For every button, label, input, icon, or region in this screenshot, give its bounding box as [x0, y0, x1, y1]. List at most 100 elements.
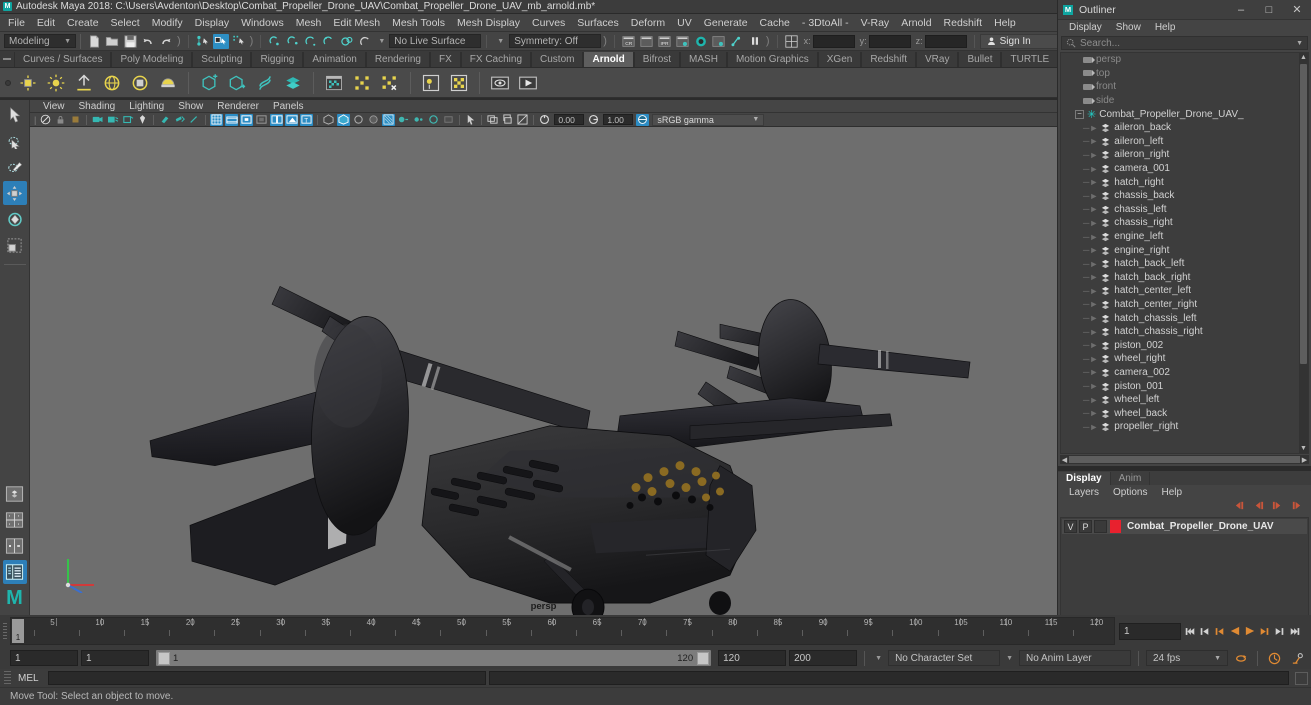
- layer-last-icon[interactable]: [1290, 500, 1303, 514]
- single-perspective-layout-icon[interactable]: [3, 482, 27, 506]
- chevron-down-icon[interactable]: ▼: [1296, 40, 1307, 47]
- select-tool-icon[interactable]: [3, 103, 27, 127]
- chevron-down-icon[interactable]: ▼: [492, 38, 509, 45]
- arnold-photometric-light-icon[interactable]: [155, 70, 181, 96]
- camera-attributes-icon[interactable]: [69, 114, 82, 126]
- chevron-down-icon[interactable]: ▼: [1003, 655, 1016, 662]
- viewport-menu-panels[interactable]: Panels: [266, 100, 311, 113]
- editor-layout-icon[interactable]: [784, 34, 800, 49]
- multisample-aa-icon[interactable]: [412, 114, 425, 126]
- viewport-menu-show[interactable]: Show: [171, 100, 210, 113]
- outliner-item-front[interactable]: front: [1061, 80, 1308, 94]
- xray-active-components-icon[interactable]: [367, 114, 380, 126]
- layer-name[interactable]: Combat_Propeller_Drone_UAV: [1127, 521, 1274, 532]
- minimize-icon[interactable]: –: [1227, 0, 1255, 20]
- image-plane-icon[interactable]: [106, 114, 119, 126]
- outliner-item-hatch-right[interactable]: ─► hatch_right: [1061, 175, 1308, 189]
- play-forwards-icon[interactable]: [1243, 623, 1256, 639]
- menu-select[interactable]: Select: [105, 14, 146, 32]
- close-icon[interactable]: ✕: [1283, 0, 1311, 20]
- render-settings-icon[interactable]: IPR: [657, 34, 673, 49]
- outliner-item-hatch-chassis-right[interactable]: ─► hatch_chassis_right: [1061, 325, 1308, 339]
- go-to-end-icon[interactable]: [1288, 623, 1301, 639]
- arnold-point-light-icon[interactable]: [43, 70, 69, 96]
- shelf-tab-arnold[interactable]: Arnold: [583, 52, 634, 67]
- menu-help[interactable]: Help: [988, 14, 1022, 32]
- shelf-tab-rendering[interactable]: Rendering: [365, 52, 430, 67]
- outliner-item-wheel-back[interactable]: ─► wheel_back: [1061, 406, 1308, 420]
- outliner-item-wheel-right[interactable]: ─► wheel_right: [1061, 352, 1308, 366]
- grease-pencil-icon[interactable]: [136, 114, 149, 126]
- menu-3dtoall[interactable]: - 3DtoAll -: [796, 14, 855, 32]
- outliner-item-aileron-left[interactable]: ─► aileron_left: [1061, 135, 1308, 149]
- redo-icon[interactable]: [158, 34, 174, 49]
- outliner-item-camera-001[interactable]: ─► camera_001: [1061, 162, 1308, 176]
- textured-icon[interactable]: T: [300, 113, 314, 126]
- tab-display-layers[interactable]: Display: [1058, 472, 1111, 485]
- shelf-tab-fx-caching[interactable]: FX Caching: [460, 52, 532, 67]
- render-view-icon[interactable]: [693, 34, 709, 49]
- outliner-item-hatch-back-right[interactable]: ─► hatch_back_right: [1061, 271, 1308, 285]
- arnold-utility-icon[interactable]: [446, 70, 472, 96]
- toggle-icon[interactable]: [729, 34, 745, 49]
- render-current-frame-icon[interactable]: CR: [621, 34, 637, 49]
- select-by-component-icon[interactable]: [231, 34, 247, 49]
- snap-to-point-icon[interactable]: [303, 34, 319, 49]
- shelf-tab-mash[interactable]: MASH: [680, 52, 727, 67]
- layer-color-swatch[interactable]: [1110, 520, 1121, 533]
- pause-icon[interactable]: [747, 34, 763, 49]
- command-line-grip[interactable]: [4, 671, 11, 685]
- play-backwards-icon[interactable]: [1228, 623, 1241, 639]
- range-start-handle[interactable]: [158, 651, 170, 665]
- outliner-item-persp[interactable]: persp: [1061, 53, 1308, 67]
- gamma-value[interactable]: 1.00: [603, 114, 634, 125]
- outliner-item-chassis-back[interactable]: ─► chassis_back: [1061, 189, 1308, 203]
- fps-selector[interactable]: 24 fps ▼: [1146, 650, 1228, 666]
- arnold-mesh-light-icon[interactable]: [127, 70, 153, 96]
- menu-file[interactable]: File: [2, 14, 31, 32]
- menu-cache[interactable]: Cache: [754, 14, 796, 32]
- shelf-tab-redshift[interactable]: Redshift: [861, 52, 917, 67]
- animation-preferences-icon[interactable]: [1287, 652, 1307, 665]
- range-end-handle[interactable]: [697, 651, 710, 665]
- shelf-tab-bifrost[interactable]: Bifrost: [633, 52, 681, 67]
- outliner-menu-help[interactable]: Help: [1148, 22, 1183, 33]
- viewport-3d-scene[interactable]: persp: [30, 127, 1057, 615]
- lock-camera-icon[interactable]: [54, 114, 67, 126]
- range-start-field[interactable]: 1: [81, 650, 149, 666]
- shelf-options-icon[interactable]: [2, 69, 14, 97]
- range-slider[interactable]: 1 120: [156, 650, 712, 666]
- menu-arnold[interactable]: Arnold: [895, 14, 937, 32]
- arnold-standin-export-icon[interactable]: [224, 70, 250, 96]
- shelf-grip-icon[interactable]: [0, 51, 14, 67]
- select-arrow-icon[interactable]: [464, 114, 477, 126]
- layer-row[interactable]: V P Combat_Propeller_Drone_UAV: [1062, 519, 1307, 534]
- auto-key-icon[interactable]: [1264, 652, 1284, 665]
- scale-tool-icon[interactable]: [3, 233, 27, 257]
- snapshot-icon[interactable]: [516, 114, 529, 126]
- outliner-item-top[interactable]: top: [1061, 67, 1308, 81]
- outliner-item-piston-002[interactable]: ─► piston_002: [1061, 338, 1308, 352]
- layer-prev-icon[interactable]: [1252, 500, 1265, 514]
- character-set-selector[interactable]: No Character Set: [888, 650, 1001, 666]
- xray-joints-icon[interactable]: [352, 114, 365, 126]
- command-output[interactable]: [489, 671, 1289, 685]
- gamma-icon[interactable]: [587, 114, 600, 126]
- snap-to-view-plane-icon[interactable]: [339, 34, 355, 49]
- layer-menu-layers[interactable]: Layers: [1062, 487, 1106, 498]
- open-scene-icon[interactable]: [104, 34, 120, 49]
- resolution-gate-icon[interactable]: [240, 113, 254, 126]
- outliner-item-engine-left[interactable]: ─► engine_left: [1061, 230, 1308, 244]
- arnold-skydome-light-icon[interactable]: [99, 70, 125, 96]
- outliner-item-wheel-left[interactable]: ─► wheel_left: [1061, 393, 1308, 407]
- menu-deform[interactable]: Deform: [625, 14, 671, 32]
- ipr-render-icon[interactable]: [639, 34, 655, 49]
- shelf-tab-fx[interactable]: FX: [429, 52, 461, 67]
- outliner-item-piston-001[interactable]: ─► piston_001: [1061, 379, 1308, 393]
- shelf-tab-bullet[interactable]: Bullet: [958, 52, 1002, 67]
- color-management-icon[interactable]: [636, 113, 650, 126]
- shelf-tab-turtle[interactable]: TURTLE: [1001, 52, 1059, 67]
- rotate-tool-icon[interactable]: [3, 207, 27, 231]
- motion-blur-icon[interactable]: [397, 114, 410, 126]
- go-to-start-icon[interactable]: [1183, 623, 1196, 639]
